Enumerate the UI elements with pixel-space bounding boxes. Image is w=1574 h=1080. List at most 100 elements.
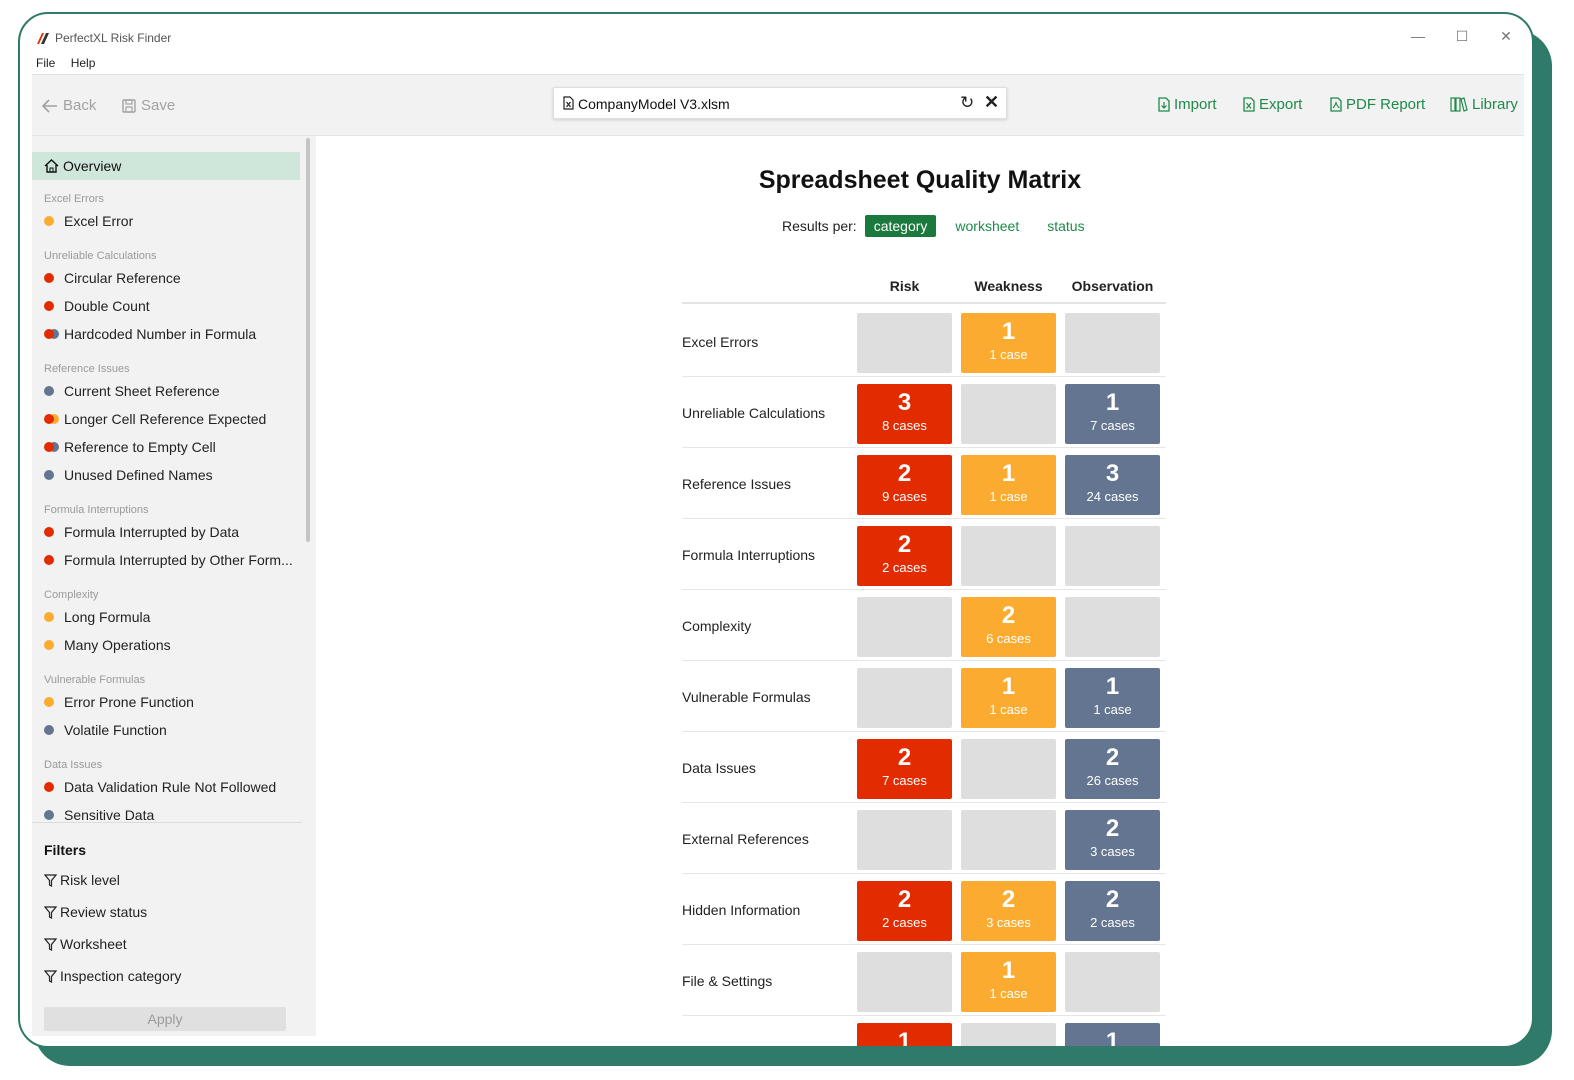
minimize-icon[interactable]: — [1408,28,1428,44]
open-file-tab[interactable]: CompanyModel V3.xlsm ↻ ✕ [553,87,1007,119]
sidebar-scrollbar[interactable] [306,138,310,542]
matrix-cell-risk[interactable]: 2 2 cases [857,881,952,941]
matrix-cell-observation[interactable]: 2 2 cases [1065,881,1160,941]
sidebar-item[interactable]: Volatile Function [44,722,167,738]
sidebar-item[interactable]: Double Count [44,298,150,314]
matrix-row-label: Vulnerable Formulas [682,689,811,705]
matrix-cell-risk[interactable]: 1 [857,1023,952,1048]
sidebar-item[interactable]: Formula Interrupted by Data [44,524,239,540]
severity-dots [44,810,64,820]
matrix-cell-observation[interactable]: 3 24 cases [1065,455,1160,515]
severity-dot-weakness [44,612,54,622]
matrix-cell-risk[interactable]: 2 7 cases [857,739,952,799]
toolbar: Back Save CompanyModel V3.xlsm ↻ ✕ Impor… [32,74,1524,136]
sidebar-item[interactable]: Reference to Empty Cell [44,439,216,455]
sidebar-item-label: Volatile Function [64,722,167,738]
severity-dot-observation [44,810,54,820]
matrix-cell-observation[interactable]: 1 1 case [1065,668,1160,728]
matrix-header-divider [682,302,1166,304]
matrix-row: Hidden Information 2 2 cases 2 3 cases 2 2 cas… [682,874,1166,945]
matrix-cell-observation[interactable]: 1 7 cases [1065,384,1160,444]
cell-cases: 9 cases [882,489,927,504]
filter-risk-level[interactable]: Risk level [44,872,120,888]
sidebar-item[interactable]: Many Operations [44,637,171,653]
sidebar-item[interactable]: Unused Defined Names [44,467,213,483]
cell-count: 1 [897,1028,912,1048]
severity-dot-weakness [44,640,54,650]
pdf-report-label: PDF Report [1346,96,1426,113]
matrix-row: Formula Interruptions 2 2 cases [682,519,1166,590]
cell-cases: 2 cases [1090,915,1135,930]
maximize-icon[interactable]: ☐ [1452,28,1472,45]
matrix-row: External References 2 3 cases [682,803,1166,874]
matrix-cell-weakness[interactable]: 2 6 cases [961,597,1056,657]
cell-cases: 7 cases [882,773,927,788]
matrix-cell-weakness[interactable]: 1 1 case [961,313,1056,373]
back-button[interactable]: Back [42,97,96,114]
matrix-cell-risk[interactable]: 2 2 cases [857,526,952,586]
menu-help[interactable]: Help [71,56,96,70]
matrix-row-label: Excel Errors [682,334,759,350]
matrix-cell-weakness[interactable]: 2 3 cases [961,881,1056,941]
matrix-cell-weakness[interactable]: 1 1 case [961,455,1056,515]
results-per-label: Results per: [782,218,857,234]
filter-worksheet[interactable]: Worksheet [44,936,127,952]
cell-cases: 1 case [989,702,1028,717]
results-per-selector: Results per: category worksheet status [782,215,1104,237]
cell-cases: 2 cases [882,915,927,930]
sidebar-item[interactable]: Data Validation Rule Not Followed [44,779,276,795]
filter-review-status[interactable]: Review status [44,904,147,920]
matrix-row-label: Hidden Information [682,902,801,918]
matrix-cell-risk[interactable]: 2 9 cases [857,455,952,515]
save-button[interactable]: Save [122,97,175,114]
sidebar-item-label: Error Prone Function [64,694,194,710]
sidebar-item[interactable]: Longer Cell Reference Expected [44,411,266,427]
import-label: Import [1174,96,1217,113]
cell-cases: 1 case [989,986,1028,1001]
sidebar-item[interactable]: Error Prone Function [44,694,194,710]
import-button[interactable]: Import [1158,96,1217,113]
sidebar-item[interactable]: Current Sheet Reference [44,383,220,399]
menu-file[interactable]: File [36,56,55,70]
cell-cases: 24 cases [1086,489,1139,504]
export-button[interactable]: Export [1243,96,1302,113]
tab-worksheet[interactable]: worksheet [946,215,1028,237]
tab-status[interactable]: status [1038,215,1093,237]
apply-button[interactable]: Apply [44,1007,286,1031]
library-button[interactable]: Library [1450,96,1518,113]
close-icon[interactable]: ✕ [1496,28,1516,45]
reload-icon[interactable]: ↻ [960,93,974,113]
matrix-cell-risk[interactable]: 3 8 cases [857,384,952,444]
filter-inspection-category[interactable]: Inspection category [44,968,181,984]
title-bar: PerfectXL Risk Finder — ☐ ✕ [20,14,1532,54]
matrix-cell-weakness[interactable]: 1 1 case [961,668,1056,728]
severity-dot-observation [44,470,54,480]
sidebar-item[interactable]: Circular Reference [44,270,181,286]
pdf-report-button[interactable]: PDF Report [1330,96,1425,113]
sidebar-item[interactable]: Long Formula [44,609,150,625]
main-content: Spreadsheet Quality Matrix Results per: … [316,136,1524,1046]
arrow-left-icon [42,98,57,113]
sidebar-item[interactable]: Hardcoded Number in Formula [44,326,256,342]
cell-cases: 3 cases [1090,844,1135,859]
sidebar-group-title: Vulnerable Formulas [44,674,146,686]
sidebar-group-title: Unreliable Calculations [44,250,157,262]
matrix-cell-observation [1065,526,1160,586]
tab-category[interactable]: category [864,215,937,237]
sidebar-item[interactable]: Formula Interrupted by Other Form... [44,552,293,568]
filter-label: Inspection category [60,968,182,984]
sidebar-item-overview[interactable]: Overview [32,152,300,180]
sidebar-item[interactable]: Sensitive Data [44,807,154,823]
cell-count: 2 [1001,886,1016,913]
sidebar-item-label: Formula Interrupted by Other Form... [64,552,293,568]
sidebar-item-label: Excel Error [64,213,134,229]
matrix-cell-weakness [961,739,1056,799]
file-name: CompanyModel V3.xlsm [578,96,730,112]
sidebar-item[interactable]: Excel Error [44,213,133,229]
matrix-cell-observation[interactable]: 2 3 cases [1065,810,1160,870]
close-file-icon[interactable]: ✕ [984,92,999,113]
matrix-cell-observation[interactable]: 1 [1065,1023,1160,1046]
matrix-cell-weakness[interactable]: 1 1 case [961,952,1056,1012]
sidebar-item-label: Current Sheet Reference [64,383,220,399]
matrix-cell-observation[interactable]: 2 26 cases [1065,739,1160,799]
